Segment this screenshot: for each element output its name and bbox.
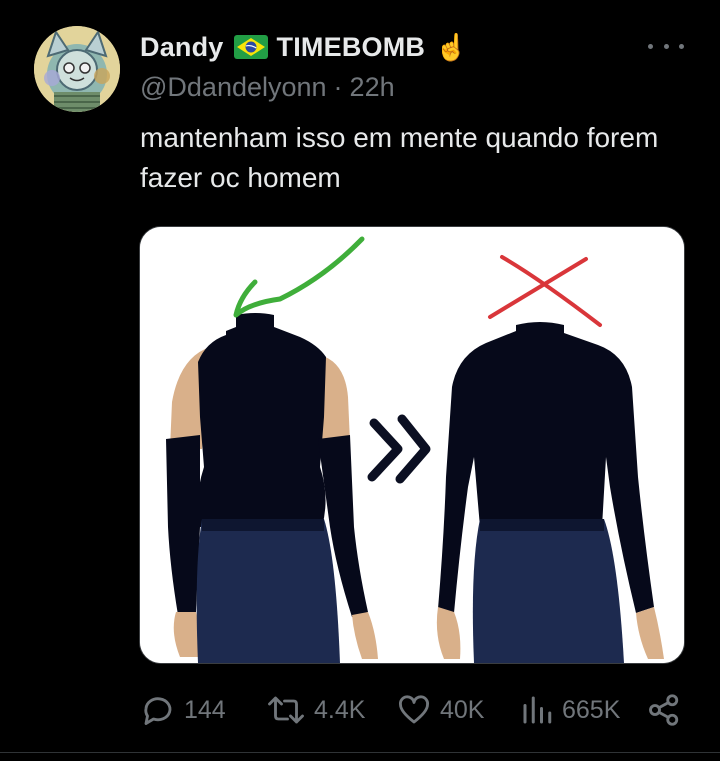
name-suffix[interactable]: TIMEBOMB [277,32,426,63]
divider [0,752,720,753]
like-count: 40K [440,695,485,724]
user-handle[interactable]: @Ddandelyonn [140,72,327,103]
more-options-icon[interactable] [648,36,684,56]
avatar[interactable] [34,26,120,112]
view-count: 665K [562,695,621,724]
avatar-image [34,26,120,112]
share-icon [649,694,679,726]
brazil-flag-icon [233,35,268,59]
views-button[interactable]: 665K [520,692,620,728]
retweet-count: 4.4K [314,695,366,724]
retweet-button[interactable]: 4.4K [266,692,365,728]
share-button[interactable] [646,692,682,728]
tweet-media[interactable] [139,226,685,664]
views-icon [523,696,552,724]
media-image [140,227,684,663]
tweet-text: mantenham isso em mente quando forem faz… [140,122,659,193]
tweet-timestamp[interactable]: 22h [350,72,395,103]
name-row: Dandy TIMEBOMB ☝️ [140,28,468,66]
more-dot [679,43,684,49]
reply-icon [144,697,172,725]
more-dot [648,43,653,49]
pointing-up-emoji: ☝️ [435,32,468,62]
handle-row: @Ddandelyonn · 22h [140,70,468,104]
tweet-header: Dandy TIMEBOMB ☝️ @Ddandelyonn · 22h [140,28,468,104]
like-icon [399,695,429,724]
reply-count: 144 [184,695,226,724]
display-name[interactable]: Dandy [140,32,224,63]
action-bar: 144 4.4K 40K 665K [140,690,685,730]
like-button[interactable]: 40K [396,692,484,728]
reply-button[interactable]: 144 [140,692,226,728]
separator-dot: · [333,71,343,102]
more-dot [663,43,669,49]
retweet-icon [268,696,304,724]
